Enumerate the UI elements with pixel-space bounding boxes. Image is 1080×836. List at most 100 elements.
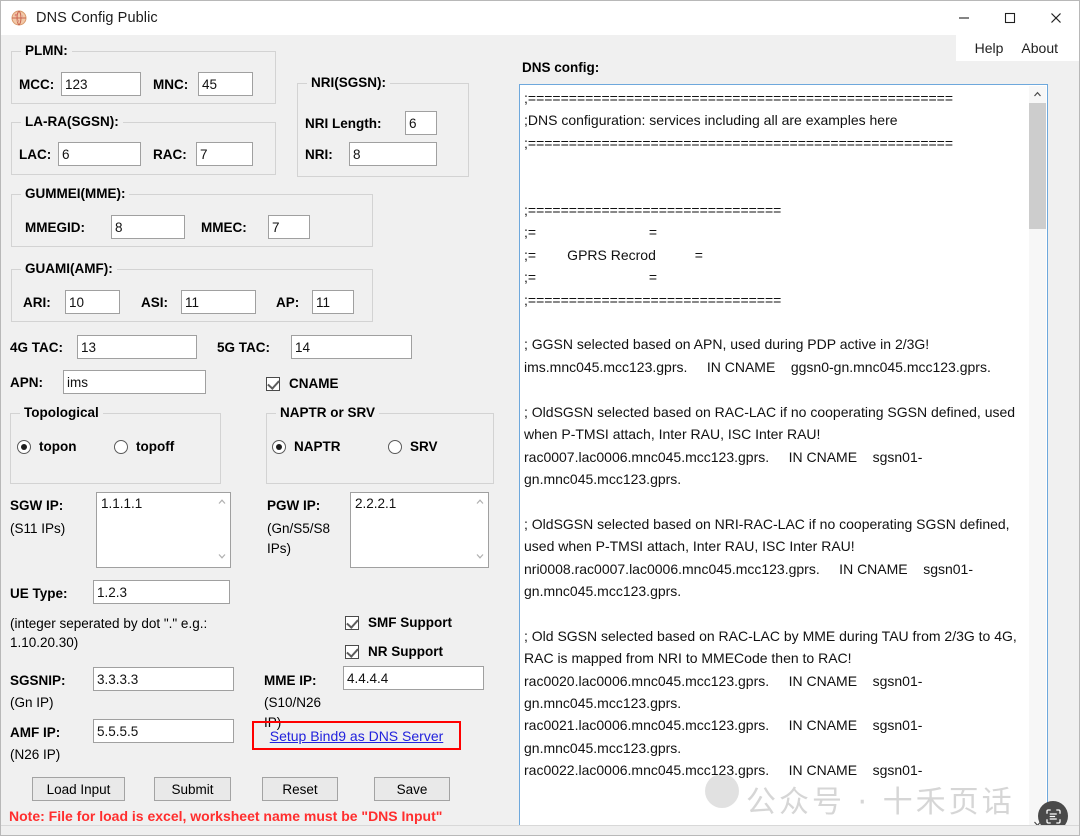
title-bar: DNS Config Public bbox=[1, 1, 1079, 35]
main-content: PLMN: MCC: MNC: LA-RA(SGSN): LAC: RAC: N… bbox=[1, 35, 1079, 835]
scrollbar-track[interactable] bbox=[1029, 103, 1046, 815]
sgsnip-sublabel: (Gn IP) bbox=[10, 695, 54, 710]
chevron-up-icon bbox=[475, 493, 485, 513]
maximize-button[interactable] bbox=[987, 1, 1033, 34]
mmegid-input[interactable] bbox=[111, 215, 185, 239]
mmegid-label: MMEGID: bbox=[25, 220, 85, 235]
menu-bar: Help About bbox=[955, 34, 1079, 61]
nri-length-input[interactable] bbox=[405, 111, 437, 135]
dns-config-scrollbar[interactable] bbox=[1029, 86, 1046, 832]
rac-label: RAC: bbox=[153, 147, 187, 162]
radio-topoff-label: topoff bbox=[136, 439, 175, 454]
radio-topon[interactable] bbox=[17, 439, 31, 454]
menu-item-help[interactable]: Help bbox=[966, 38, 1013, 58]
radio-topoff-row[interactable]: topoff bbox=[114, 439, 174, 454]
tac-5g-input[interactable] bbox=[291, 335, 412, 359]
dns-config-text: ;=======================================… bbox=[524, 90, 1017, 779]
ari-label: ARI: bbox=[23, 295, 51, 310]
dns-config-textarea[interactable]: ;=======================================… bbox=[519, 84, 1048, 834]
radio-srv-label: SRV bbox=[410, 439, 438, 454]
cname-label: CNAME bbox=[289, 376, 339, 391]
radio-topon-row[interactable]: topon bbox=[17, 439, 76, 454]
sgsnip-label: SGSNIP: bbox=[10, 673, 66, 688]
radio-srv-row[interactable]: SRV bbox=[388, 439, 438, 454]
chevron-down-icon bbox=[475, 547, 485, 567]
dns-config-label: DNS config: bbox=[522, 60, 600, 75]
smf-support-row[interactable]: SMF Support bbox=[345, 615, 452, 630]
ap-label: AP: bbox=[276, 295, 300, 310]
radio-naptr-row[interactable]: NAPTR bbox=[272, 439, 341, 454]
sgw-ip-sublabel: (S11 IPs) bbox=[10, 521, 66, 536]
setup-bind9-link[interactable]: Setup Bind9 as DNS Server bbox=[270, 728, 444, 744]
group-plmn-title: PLMN: bbox=[21, 43, 72, 58]
pgw-ip-sublabel-2: IPs) bbox=[267, 541, 292, 556]
rac-input[interactable] bbox=[196, 142, 253, 166]
mnc-input[interactable] bbox=[198, 72, 253, 96]
pgw-ip-scrollbar[interactable] bbox=[470, 493, 488, 567]
radio-topon-label: topon bbox=[39, 439, 77, 454]
mme-ip-input[interactable] bbox=[343, 666, 484, 690]
nri-input[interactable] bbox=[349, 142, 437, 166]
scrollbar-thumb[interactable] bbox=[1029, 103, 1046, 229]
save-button[interactable]: Save bbox=[374, 777, 450, 801]
status-bar bbox=[1, 825, 1079, 835]
mcc-label: MCC: bbox=[19, 77, 55, 92]
mnc-label: MNC: bbox=[153, 77, 189, 92]
group-naptr-srv-title: NAPTR or SRV bbox=[276, 405, 380, 420]
smf-support-checkbox[interactable] bbox=[345, 615, 359, 630]
pgw-ip-value: 2.2.2.1 bbox=[355, 496, 397, 511]
cname-checkbox[interactable] bbox=[266, 376, 280, 391]
radio-naptr[interactable] bbox=[272, 439, 286, 454]
apn-label: APN: bbox=[10, 375, 43, 390]
tac-5g-label: 5G TAC: bbox=[217, 340, 270, 355]
ue-type-hint-line1: (integer seperated by dot "." e.g.: bbox=[10, 616, 208, 631]
amf-ip-input[interactable] bbox=[93, 719, 234, 743]
amf-ip-label: AMF IP: bbox=[10, 725, 61, 740]
mmec-input[interactable] bbox=[268, 215, 310, 239]
mmec-label: MMEC: bbox=[201, 220, 247, 235]
lac-input[interactable] bbox=[58, 142, 141, 166]
sgw-ip-textarea[interactable]: 1.1.1.1 bbox=[96, 492, 231, 568]
nr-support-checkbox[interactable] bbox=[345, 644, 359, 659]
ue-type-label: UE Type: bbox=[10, 586, 68, 601]
nr-support-row[interactable]: NR Support bbox=[345, 644, 443, 659]
app-window: DNS Config Public Help About PLMN: MCC: … bbox=[0, 0, 1080, 836]
apn-input[interactable] bbox=[63, 370, 206, 394]
ari-input[interactable] bbox=[65, 290, 120, 314]
submit-button[interactable]: Submit bbox=[154, 777, 231, 801]
nri-length-label: NRI Length: bbox=[305, 116, 382, 131]
group-guami-title: GUAMI(AMF): bbox=[21, 261, 117, 276]
mme-ip-sublabel-1: (S10/N26 bbox=[264, 695, 322, 710]
ap-input[interactable] bbox=[312, 290, 354, 314]
group-gummei-title: GUMMEI(MME): bbox=[21, 186, 130, 201]
tac-4g-input[interactable] bbox=[77, 335, 197, 359]
radio-srv[interactable] bbox=[388, 439, 402, 454]
reset-button[interactable]: Reset bbox=[262, 777, 338, 801]
pgw-ip-textarea[interactable]: 2.2.2.1 bbox=[350, 492, 489, 568]
ue-type-input[interactable] bbox=[93, 580, 230, 604]
sgsnip-input[interactable] bbox=[93, 667, 234, 691]
cname-checkbox-row[interactable]: CNAME bbox=[266, 376, 339, 391]
load-input-button[interactable]: Load Input bbox=[32, 777, 125, 801]
asi-input[interactable] bbox=[181, 290, 256, 314]
menu-item-about[interactable]: About bbox=[1012, 38, 1067, 58]
radio-topoff[interactable] bbox=[114, 439, 128, 454]
sgw-ip-label: SGW IP: bbox=[10, 498, 64, 513]
nr-support-label: NR Support bbox=[368, 644, 443, 659]
scroll-up-icon[interactable] bbox=[1029, 86, 1046, 103]
close-button[interactable] bbox=[1033, 1, 1079, 34]
chevron-down-icon bbox=[217, 547, 227, 567]
mcc-input[interactable] bbox=[61, 72, 141, 96]
group-lara-title: LA-RA(SGSN): bbox=[21, 114, 123, 129]
window-controls bbox=[941, 1, 1079, 34]
globe-network-icon bbox=[10, 9, 28, 27]
sgw-ip-scrollbar[interactable] bbox=[212, 493, 230, 567]
nri-label: NRI: bbox=[305, 147, 333, 162]
window-title: DNS Config Public bbox=[36, 9, 158, 26]
chevron-up-icon bbox=[217, 493, 227, 513]
minimize-button[interactable] bbox=[941, 1, 987, 34]
sgw-ip-value: 1.1.1.1 bbox=[101, 496, 143, 511]
tac-4g-label: 4G TAC: bbox=[10, 340, 63, 355]
ue-type-hint-line2: 1.10.20.30) bbox=[10, 635, 79, 650]
pgw-ip-label: PGW IP: bbox=[267, 498, 321, 513]
